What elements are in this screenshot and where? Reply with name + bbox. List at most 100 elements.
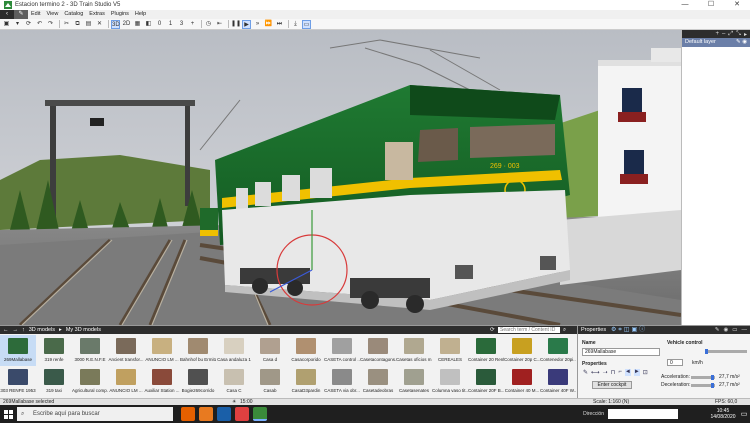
catalog-item[interactable]: Container 20F B... xyxy=(468,366,504,397)
back-mode-button[interactable]: ‹ xyxy=(0,10,14,19)
enter-cockpit-button[interactable]: Enter cockpit xyxy=(592,381,632,389)
crane-icon[interactable]: ⊓ xyxy=(611,369,616,376)
dock-icon[interactable]: ▭ xyxy=(732,326,737,334)
grid-icon[interactable]: ▦ xyxy=(133,20,142,29)
back-icon[interactable]: ← xyxy=(3,326,9,334)
pencil-icon[interactable]: ✎ xyxy=(583,369,588,376)
expand-icon[interactable]: ⤢ xyxy=(728,31,733,38)
direction-input[interactable] xyxy=(608,409,678,419)
catalog-item[interactable]: ANUNCIO LM ... xyxy=(108,366,144,397)
lock-icon[interactable]: ✎ xyxy=(736,39,741,45)
pause-icon[interactable]: ❚❚ xyxy=(231,20,241,29)
catalog-item[interactable]: Container 20p C... xyxy=(504,335,540,366)
layer-default[interactable]: Default layer ✎ ◉ xyxy=(682,38,750,47)
add-layer-icon[interactable]: + xyxy=(716,31,720,37)
skip-end-icon[interactable]: ⏭ xyxy=(275,20,284,29)
refresh-catalog-icon[interactable]: ⟳ xyxy=(490,326,495,334)
catalog-item[interactable]: 319 renfe xyxy=(36,335,72,366)
save-icon[interactable]: ▣ xyxy=(2,20,11,29)
minimize-panel-icon[interactable]: — xyxy=(742,326,748,334)
faster-icon[interactable]: ⏩ xyxy=(264,20,273,29)
catalog-item[interactable]: Casacorporido xyxy=(288,335,324,366)
visibility-icon[interactable]: ◉ xyxy=(742,39,747,45)
coupling-icon[interactable]: ⟷ xyxy=(591,369,600,376)
catalog-item[interactable]: 3000 R.E.N.F.E xyxy=(72,335,108,366)
remove-layer-icon[interactable]: – xyxy=(722,31,725,37)
minimize-button[interactable]: — xyxy=(672,0,698,10)
search-icon[interactable]: ⌕ xyxy=(563,326,566,334)
arrow-icon[interactable]: ▸ xyxy=(744,31,747,38)
catalog-item[interactable]: 319 taxi xyxy=(36,366,72,397)
cut-icon[interactable]: ✂ xyxy=(62,20,71,29)
copy-icon[interactable]: ⧉ xyxy=(73,20,82,29)
start-button[interactable] xyxy=(0,405,16,423)
cube-icon[interactable]: ◫ xyxy=(624,326,630,334)
menu-plugins[interactable]: Plugins xyxy=(108,10,132,19)
tool-icon[interactable]: ✎ xyxy=(715,326,720,334)
menu-help[interactable]: Help xyxy=(132,10,149,19)
catalog-item[interactable]: Agricultural comp... xyxy=(72,366,108,397)
step-back-icon[interactable]: ⇤ xyxy=(215,20,224,29)
cube2-icon[interactable]: ▣ xyxy=(631,326,637,334)
collapse-icon[interactable]: ⤡ xyxy=(736,31,741,38)
catalog-item[interactable]: CasaD3pardin xyxy=(288,366,324,397)
play-icon[interactable]: ▶ xyxy=(242,19,251,29)
speed-input[interactable]: 0 xyxy=(667,359,683,366)
catalog-item[interactable]: Bogie269corrido xyxy=(180,366,216,397)
direction-right-icon[interactable]: ► xyxy=(633,369,640,376)
paste-icon[interactable]: ▤ xyxy=(84,20,93,29)
breadcrumb-current[interactable]: My 3D models xyxy=(66,326,101,334)
edit-mode-button[interactable]: ✎ xyxy=(14,10,28,19)
undo-icon[interactable]: ↶ xyxy=(35,20,44,29)
catalog-item[interactable]: Casetasenates xyxy=(396,366,432,397)
catalog-item[interactable]: CASETA via obr... xyxy=(324,366,360,397)
catalog-item[interactable]: 269Mallabase xyxy=(0,335,36,366)
breadcrumb-root[interactable]: 3D models xyxy=(29,326,55,334)
menu-extras[interactable]: Extras xyxy=(86,10,108,19)
view-2d-button[interactable]: 2D xyxy=(122,20,131,29)
catalog-item[interactable]: Casetacontagons... xyxy=(360,335,396,366)
menu-view[interactable]: View xyxy=(43,10,61,19)
value-0[interactable]: 0 xyxy=(155,20,164,29)
close-button[interactable]: ✕ xyxy=(724,0,750,10)
vehicle-control-slider[interactable] xyxy=(705,349,747,354)
arrow-right-icon[interactable]: ➝ xyxy=(603,369,608,376)
redo-icon[interactable]: ↷ xyxy=(46,20,55,29)
chrome-icon[interactable] xyxy=(235,407,249,421)
slider-knob[interactable] xyxy=(711,383,715,388)
tag-icon[interactable]: ⌗ xyxy=(618,326,621,334)
save-dropdown-icon[interactable]: ▾ xyxy=(13,20,22,29)
catalog-item[interactable]: Columna vaso tit... xyxy=(432,366,468,397)
eye-icon[interactable]: ◉ xyxy=(723,326,728,334)
value-1[interactable]: 1 xyxy=(166,20,175,29)
download-icon[interactable]: ⤓ xyxy=(291,20,300,29)
fast-forward-icon[interactable]: » xyxy=(253,20,262,29)
name-input[interactable]: 269Mallabase xyxy=(582,348,660,356)
slider-knob[interactable] xyxy=(705,349,708,354)
menu-edit[interactable]: Edit xyxy=(28,10,43,19)
3d-viewport[interactable]: 269 · 003 xyxy=(0,30,681,325)
catalog-item[interactable]: Casetas oficios m... xyxy=(396,335,432,366)
photoshop-icon[interactable] xyxy=(217,407,231,421)
direction-left-icon[interactable]: ◄ xyxy=(624,369,631,376)
catalog-item[interactable]: Container 40 M... xyxy=(504,366,540,397)
catalog-item[interactable]: CEREALES xyxy=(432,335,468,366)
maximize-button[interactable]: ☐ xyxy=(698,0,724,10)
add-icon[interactable]: + xyxy=(188,20,197,29)
camera-mode-icon[interactable]: ▭ xyxy=(302,19,311,29)
acceleration-slider[interactable] xyxy=(691,375,715,380)
gear-icon[interactable]: ⚙ xyxy=(611,326,616,334)
taskbar-search-input[interactable]: ⌕ Escribe aquí para buscar xyxy=(17,407,173,421)
info-icon[interactable]: ⓘ xyxy=(639,326,645,334)
train-studio-icon[interactable] xyxy=(253,407,267,421)
catalog-item[interactable]: Casa C xyxy=(216,366,252,397)
notifications-icon[interactable]: ▭ xyxy=(738,410,750,418)
forward-icon[interactable]: → xyxy=(13,326,19,334)
catalog-item[interactable]: Casa andaluza 1 xyxy=(216,335,252,366)
catalog-item[interactable]: Casa d xyxy=(252,335,288,366)
catalog-item[interactable]: Contenedor 20pi... xyxy=(540,335,576,366)
menu-catalog[interactable]: Catalog xyxy=(61,10,86,19)
deceleration-slider[interactable] xyxy=(691,383,715,388)
firefox-icon[interactable] xyxy=(181,407,195,421)
catalog-item[interactable]: Container 20 Renfe xyxy=(468,335,504,366)
